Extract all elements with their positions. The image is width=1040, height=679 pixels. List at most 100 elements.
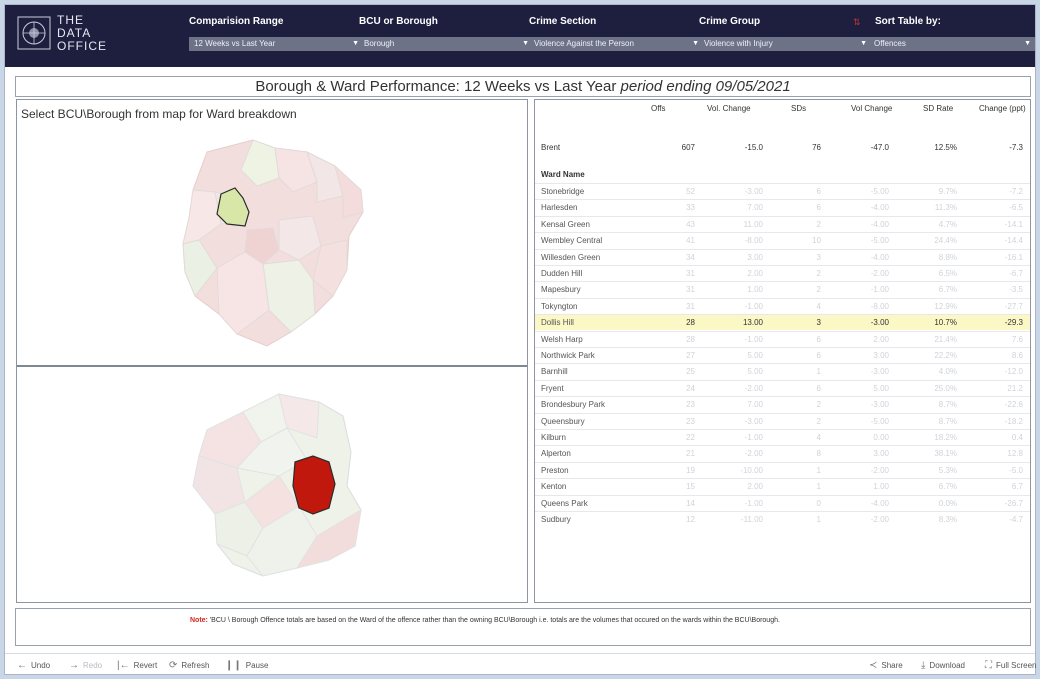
col-header-sd-rate[interactable]: SD Rate [923,104,953,113]
logo-emblem-icon [17,16,51,50]
ward-change-ppt: -4.7 [1009,515,1023,524]
ward-offs: 28 [686,334,695,344]
ward-sd-vol-change: -4.00 [870,203,889,213]
ward-name: Alperton [541,449,571,459]
table-row[interactable]: Fryent 24 -2.00 6 5.00 25.0% 21.2 [535,379,1030,396]
ward-change-ppt: 0.4 [1011,433,1023,442]
select-value: 12 Weeks vs Last Year [194,39,276,48]
table-row[interactable]: Kilburn 22 -1.00 4 0.00 18.2% 0.4 [535,429,1030,445]
filter-sort-table: Sort Table by: Offences ▼ [869,15,1035,59]
redo-label: Redo [83,661,103,670]
col-header-offs[interactable]: Offs [651,104,666,113]
redo-button[interactable]: → Redo [69,660,102,671]
table-row[interactable]: Willesden Green 34 3.00 3 -4.00 8.8% -16.1 [535,248,1030,265]
table-row[interactable]: Barnhill 25 5.00 1 -3.00 4.0% -12.0 [535,363,1030,379]
ward-sd-vol-change: -4.00 [870,252,889,262]
ward-sds: 2 [816,400,821,410]
ward-change-ppt: 8.6 [1011,351,1023,360]
ward-change-ppt: -6.7 [1009,269,1023,278]
ward-change-ppt: -6.5 [1009,203,1023,213]
ward-vol-change: 3.00 [747,252,763,262]
ward-sd-rate: 8.7% [938,416,957,426]
ward-map[interactable] [17,368,527,604]
ward-name-header: Ward Name [541,170,585,179]
dollis-hill-ward[interactable] [292,455,336,515]
borough-summary-row[interactable]: Brent 607 -15.0 76 -47.0 12.5% -7.3 [535,140,1030,157]
table-row[interactable]: Welsh Harp 28 -1.00 6 2.00 21.4% 7.6 [535,330,1030,347]
col-header-vol-change[interactable]: Vol. Change [707,104,751,113]
table-row[interactable]: Queensbury 23 -3.00 2 -5.00 8.7% -18.2 [535,412,1030,429]
ward-sd-vol-change: -2.00 [870,465,889,475]
table-row[interactable]: Dudden Hill 31 2.00 2 -2.00 6.5% -6.7 [535,265,1030,281]
comparison-range-select[interactable]: 12 Weeks vs Last Year ▼ [189,37,363,51]
table-row[interactable]: Tokyngton 31 -1.00 4 -8.00 12.9% -27.7 [535,297,1030,314]
ward-change-ppt: 7.6 [1011,334,1023,344]
table-row[interactable]: Kenton 15 2.00 1 1.00 6.7% 6.7 [535,478,1030,494]
download-icon: ⤓ [921,660,926,671]
bcu-borough-select[interactable]: Borough ▼ [359,37,533,51]
ward-vol-change: -1.00 [744,334,763,344]
col-header-sd-vol-change[interactable]: Vol Change [851,104,892,113]
ward-sds: 1 [816,482,821,492]
share-button[interactable]: ≺ Share [869,660,903,671]
ward-name: Queensbury [541,416,585,426]
fullscreen-button[interactable]: ⛶ Full Screen [985,660,1036,671]
table-row[interactable]: Sudbury 12 -11.00 1 -2.00 8.3% -4.7 [535,511,1030,527]
table-row[interactable]: Kensal Green 43 11.00 2 -4.00 4.7% -14.1 [535,215,1030,232]
footnote-label: Note: [190,617,208,624]
ward-vol-change: -1.00 [744,498,763,508]
col-header-change-ppt[interactable]: Change (ppt) [979,104,1026,113]
ward-offs: 24 [686,383,695,393]
sort-table-select[interactable]: Offences ▼ [869,37,1035,51]
table-row[interactable]: Stonebridge 52 -3.00 6 -5.00 9.7% -7.2 [535,183,1030,199]
ward-offs: 15 [686,482,695,492]
refresh-icon: ⟳ [169,660,178,671]
ward-sds: 6 [816,203,821,213]
ward-sds: 6 [816,187,821,196]
ward-vol-change: 1.00 [747,285,763,295]
table-row[interactable]: Brondesbury Park 23 7.00 2 -3.00 8.7% -22.6 [535,396,1030,412]
ward-offs: 52 [686,187,695,196]
download-button[interactable]: ⤓ Download [921,660,965,671]
pause-button[interactable]: ❙❙ Pause [225,660,268,671]
ward-name: Fryent [541,383,564,393]
ward-sd-rate: 10.7% [934,318,957,328]
ward-sd-rate: 6.5% [938,269,957,278]
ward-offs: 43 [686,219,695,229]
sort-icon[interactable]: ⇅ [853,17,863,27]
table-row[interactable]: Preston 19 -10.00 1 -2.00 5.3% -5.0 [535,461,1030,478]
ward-change-ppt: 21.2 [1007,383,1023,393]
dropdown-caret-icon: ▼ [352,40,359,47]
table-row[interactable]: Mapesbury 31 1.00 2 -1.00 6.7% -3.5 [535,281,1030,297]
filter-label: Sort Table by: [875,16,941,27]
ward-sd-vol-change: -3.00 [870,367,889,377]
dropdown-caret-icon: ▼ [1024,40,1031,47]
ward-vol-change: 13.00 [742,318,763,328]
select-value: Offences [874,39,906,48]
ward-offs: 28 [686,318,695,328]
ward-sds: 2 [816,285,821,295]
ward-change-ppt: -29.3 [1004,318,1023,328]
london-borough-map[interactable] [17,100,527,364]
ward-name: Stonebridge [541,187,585,196]
table-row[interactable]: Northwick Park 27 5.00 6 3.00 22.2% 8.6 [535,347,1030,363]
ward-vol-change: -10.00 [740,465,763,475]
table-row[interactable]: Harlesden 33 7.00 6 -4.00 11.3% -6.5 [535,199,1030,215]
ward-sd-vol-change: 3.00 [873,351,889,360]
undo-button[interactable]: ← Undo [17,660,50,671]
crime-section-select[interactable]: Violence Against the Person ▼ [529,37,703,51]
refresh-button[interactable]: ⟳ Refresh [169,660,209,671]
ward-sd-rate: 11.3% [934,203,957,213]
crime-group-select[interactable]: Violence with Injury ▼ [699,37,871,51]
table-row[interactable]: Queens Park 14 -1.00 0 -4.00 0.0% -26.7 [535,494,1030,511]
revert-button[interactable]: |← Revert [117,660,157,671]
ward-sd-rate: 8.8% [938,252,957,262]
summary-offs: 607 [681,143,695,152]
table-row[interactable]: Alperton 21 -2.00 8 3.00 38.1% 12.8 [535,445,1030,461]
table-row[interactable]: Dollis Hill 28 13.00 3 -3.00 10.7% -29.3 [535,314,1030,331]
filter-label: Comparision Range [189,16,284,27]
ward-sd-vol-change: -2.00 [870,515,889,524]
table-row[interactable]: Wembley Central 41 -8.00 10 -5.00 24.4% -14.4 [535,232,1030,248]
undo-label: Undo [31,661,51,670]
col-header-sds[interactable]: SDs [791,104,806,113]
